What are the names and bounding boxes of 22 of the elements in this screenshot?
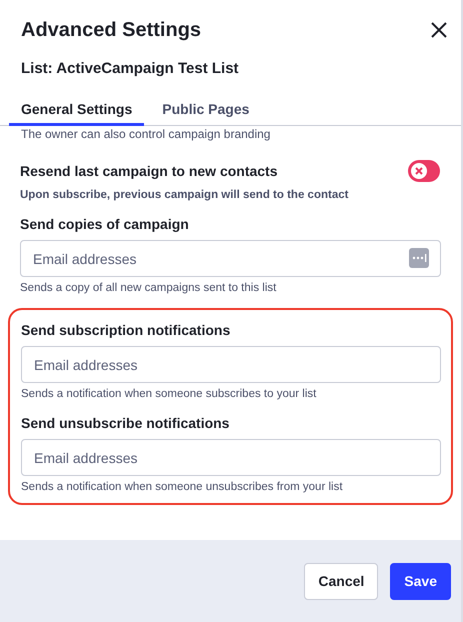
tab[interactable]: General Settings <box>9 97 144 126</box>
tab[interactable]: Public Pages <box>150 97 262 126</box>
setting-label: Send copies of campaign <box>20 216 190 232</box>
save-button[interactable]: Save <box>390 562 451 600</box>
setting-label: Resend last campaign to new contacts <box>20 163 278 179</box>
dialog-title: Advanced Settings <box>21 18 202 42</box>
setting-description: Upon subscribe, previous campaign will send to the contact <box>20 189 350 201</box>
close-icon <box>430 21 448 39</box>
setting-label: Send subscription notifications <box>21 322 232 338</box>
more-icon[interactable] <box>409 248 429 268</box>
toggle-switch[interactable] <box>408 160 440 182</box>
x-icon <box>415 167 423 175</box>
cancel-button[interactable]: Cancel <box>304 562 378 600</box>
email-input-field[interactable]: Email addresses <box>21 439 441 476</box>
setting-description: Sends a copy of all new campaigns sent to this list <box>20 282 278 294</box>
list-name: List: ActiveCampaign Test List <box>21 60 240 77</box>
email-input-field[interactable]: Email addresses <box>21 346 441 383</box>
setting-description: Sends a notification when someone subscribes to your list <box>21 388 318 400</box>
email-input-field[interactable]: Email addresses <box>20 240 441 277</box>
clipped-description: The owner can also control campaign branding <box>21 128 272 140</box>
setting-label: Send unsubscribe notifications <box>21 415 230 431</box>
setting-description: Sends a notification when someone unsubscribes from your list <box>21 481 344 493</box>
